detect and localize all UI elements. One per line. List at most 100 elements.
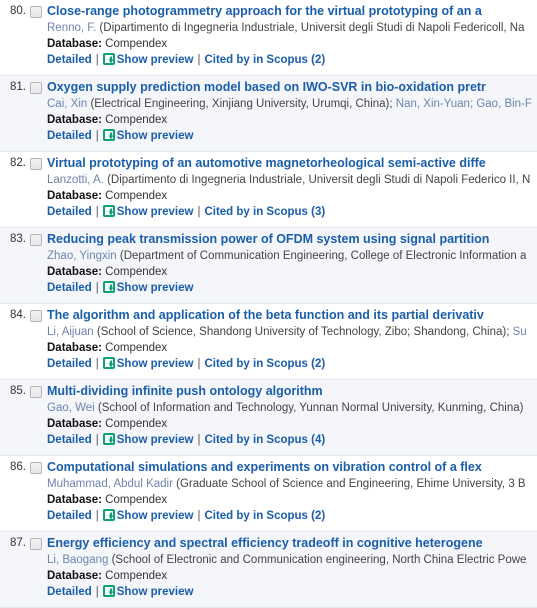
result-database: Database: Compendex bbox=[47, 341, 537, 356]
detailed-link[interactable]: Detailed bbox=[47, 206, 92, 218]
result-select-checkbox[interactable] bbox=[30, 6, 42, 18]
result-actions: Detailed | Show preview | Cited by in Scopus… bbox=[47, 509, 537, 524]
action-separator-1: | bbox=[95, 206, 99, 218]
database-label: Database: bbox=[47, 114, 102, 126]
result-database: Database: Compendex bbox=[47, 493, 537, 508]
result-title-link[interactable]: Reducing peak transmission power of OFDM… bbox=[47, 232, 537, 247]
preview-download-icon bbox=[102, 281, 115, 293]
result-authors: Li, Aijuan (School of Science, Shandong … bbox=[47, 325, 537, 340]
database-value: Compendex bbox=[105, 114, 168, 126]
cited-by-scopus-link[interactable]: Cited by in Scopus (2) bbox=[204, 510, 325, 522]
author-link[interactable]: Li, Baogang bbox=[47, 554, 108, 566]
result-row-83: 83. Reducing peak transmission power of … bbox=[0, 228, 537, 304]
database-label: Database: bbox=[47, 190, 102, 202]
author-link[interactable]: Muhammad, Abdul Kadir bbox=[47, 478, 173, 490]
cited-by-scopus-link[interactable]: Cited by in Scopus (3) bbox=[204, 206, 325, 218]
result-actions: Detailed | Show preview bbox=[47, 281, 537, 296]
author-affiliation: (Department of Communication Engineering… bbox=[116, 250, 527, 262]
result-title-link[interactable]: Energy efficiency and spectral efficienc… bbox=[47, 536, 537, 551]
search-results-list: 80. Close-range photogrammetry approach … bbox=[0, 0, 537, 608]
result-authors: Cai, Xin (Electrical Engineering, Xinjia… bbox=[47, 97, 537, 112]
action-separator-2: | bbox=[197, 358, 201, 370]
result-row-82: 82. Virtual prototyping of an automotive… bbox=[0, 152, 537, 228]
cited-by-scopus-link[interactable]: Cited by in Scopus (2) bbox=[204, 358, 325, 370]
show-preview-link[interactable]: Show preview bbox=[102, 509, 194, 522]
detailed-link[interactable]: Detailed bbox=[47, 130, 92, 142]
detailed-link[interactable]: Detailed bbox=[47, 282, 92, 294]
result-row-content: 84. The algorithm and application of the… bbox=[0, 308, 537, 374]
result-index: 81. bbox=[10, 81, 26, 93]
detailed-link[interactable]: Detailed bbox=[47, 510, 92, 522]
author-link[interactable]: Zhao, Yingxin bbox=[47, 250, 117, 262]
result-row-content: 86. Computational simulations and experi… bbox=[0, 460, 537, 526]
result-select-checkbox[interactable] bbox=[30, 310, 42, 322]
author-additional: Nan, Xin-Yuan; Gao, Bin-F bbox=[395, 98, 532, 110]
database-label: Database: bbox=[47, 494, 102, 506]
show-preview-link[interactable]: Show preview bbox=[102, 281, 193, 294]
action-separator-2: | bbox=[197, 510, 201, 522]
result-title-link[interactable]: Multi-dividing infinite push ontology al… bbox=[47, 384, 537, 399]
author-affiliation: (Dipartimento di Ingegneria Industriale,… bbox=[103, 174, 531, 186]
action-separator-1: | bbox=[95, 282, 99, 294]
detailed-link[interactable]: Detailed bbox=[47, 434, 92, 446]
result-actions: Detailed | Show preview bbox=[47, 585, 537, 600]
result-actions: Detailed | Show preview | Cited by in Scopus… bbox=[47, 433, 537, 448]
result-select-checkbox[interactable] bbox=[30, 538, 42, 550]
result-authors: Muhammad, Abdul Kadir (Graduate School o… bbox=[47, 477, 537, 492]
result-actions: Detailed | Show preview | Cited by in Scopus… bbox=[47, 357, 537, 372]
show-preview-link[interactable]: Show preview bbox=[102, 53, 193, 66]
result-title-link[interactable]: Close-range photogrammetry approach for … bbox=[47, 4, 537, 19]
action-separator-1: | bbox=[95, 510, 99, 522]
result-authors: Renno, F. (Dipartimento di Ingegneria In… bbox=[47, 21, 537, 36]
result-title-link[interactable]: Computational simulations and experiment… bbox=[47, 460, 537, 475]
author-link[interactable]: Li, Aijuan bbox=[47, 326, 94, 338]
show-preview-link[interactable]: Show preview bbox=[102, 585, 193, 598]
result-row-86: 86. Computational simulations and experi… bbox=[0, 456, 537, 532]
result-index: 87. bbox=[10, 537, 26, 549]
show-preview-link[interactable]: Show preview bbox=[102, 433, 193, 446]
preview-download-icon bbox=[102, 129, 115, 141]
result-index: 86. bbox=[10, 461, 26, 473]
preview-download-icon bbox=[102, 585, 115, 597]
result-select-checkbox[interactable] bbox=[30, 158, 42, 170]
result-select-checkbox[interactable] bbox=[30, 234, 42, 246]
database-label: Database: bbox=[47, 266, 102, 278]
result-row-content: 85. Multi-dividing infinite push ontolog… bbox=[0, 384, 537, 450]
result-title-link[interactable]: The algorithm and application of the bet… bbox=[47, 308, 537, 323]
preview-download-icon bbox=[102, 433, 115, 445]
result-authors: Gao, Wei (School of Information and Tech… bbox=[47, 401, 537, 416]
result-title-link[interactable]: Oxygen supply prediction model based on … bbox=[47, 80, 537, 95]
result-row-84: 84. The algorithm and application of the… bbox=[0, 304, 537, 380]
author-link[interactable]: Renno, F. bbox=[47, 22, 96, 34]
detailed-link[interactable]: Detailed bbox=[47, 586, 92, 598]
author-link[interactable]: Gao, Wei bbox=[47, 402, 95, 414]
show-preview-label: Show preview bbox=[116, 510, 194, 522]
result-select-checkbox[interactable] bbox=[30, 82, 42, 94]
action-separator-2: | bbox=[197, 54, 201, 66]
show-preview-label: Show preview bbox=[116, 358, 194, 370]
result-database: Database: Compendex bbox=[47, 569, 537, 584]
cited-by-scopus-link[interactable]: Cited by in Scopus (4) bbox=[204, 434, 325, 446]
author-affiliation: (School of Science, Shandong University … bbox=[93, 326, 513, 338]
preview-download-icon bbox=[102, 357, 115, 369]
database-label: Database: bbox=[47, 342, 102, 354]
result-select-checkbox[interactable] bbox=[30, 386, 42, 398]
action-separator-1: | bbox=[95, 54, 99, 66]
result-row-81: 81. Oxygen supply prediction model based… bbox=[0, 76, 537, 152]
author-link[interactable]: Lanzotti, A. bbox=[47, 174, 104, 186]
show-preview-link[interactable]: Show preview bbox=[102, 205, 193, 218]
detailed-link[interactable]: Detailed bbox=[47, 54, 92, 66]
database-value: Compendex bbox=[105, 38, 168, 50]
author-link[interactable]: Cai, Xin bbox=[47, 98, 87, 110]
result-database: Database: Compendex bbox=[47, 113, 537, 128]
show-preview-link[interactable]: Show preview bbox=[102, 357, 194, 370]
show-preview-link[interactable]: Show preview bbox=[102, 129, 194, 142]
cited-by-scopus-link[interactable]: Cited by in Scopus (2) bbox=[204, 54, 325, 66]
result-select-checkbox[interactable] bbox=[30, 462, 42, 474]
detailed-link[interactable]: Detailed bbox=[47, 358, 92, 370]
result-title-link[interactable]: Virtual prototyping of an automotive mag… bbox=[47, 156, 537, 171]
show-preview-label: Show preview bbox=[116, 130, 194, 142]
result-authors: Li, Baogang (School of Electronic and Co… bbox=[47, 553, 537, 568]
action-separator-1: | bbox=[95, 358, 99, 370]
result-row-content: 87. Energy efficiency and spectral effic… bbox=[0, 536, 537, 602]
